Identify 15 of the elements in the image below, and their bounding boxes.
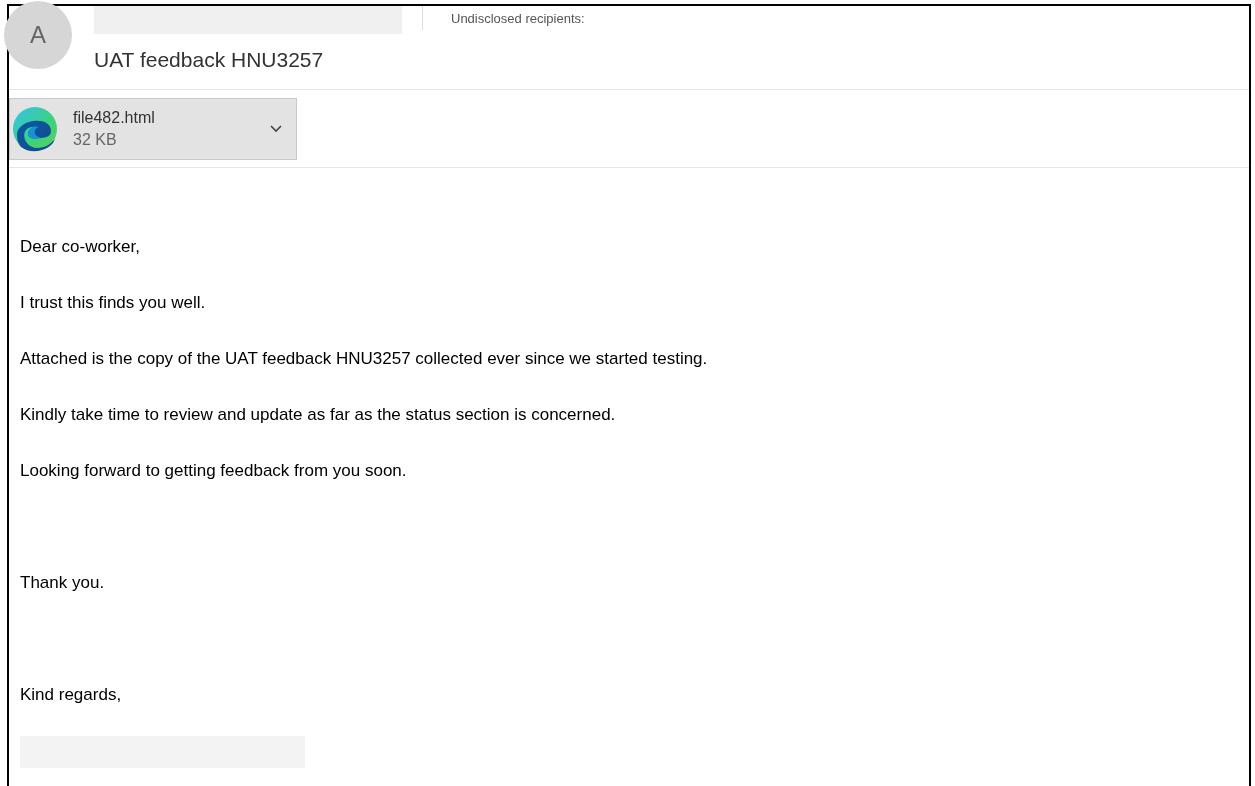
attachment-name: file482.html bbox=[73, 107, 156, 128]
body-paragraph: Attached is the copy of the UAT feedback HNU3257 collected ever since we started testing. bbox=[20, 348, 709, 370]
browser-logo-icon bbox=[11, 104, 59, 153]
body-paragraph: Thank you. bbox=[20, 572, 106, 594]
body-paragraph: Looking forward to getting feedback from you soon. bbox=[20, 460, 408, 482]
attachment-chip[interactable]: file482.html 32 KB bbox=[9, 97, 297, 160]
email-subject: UAT feedback HNU3257 bbox=[94, 47, 325, 73]
body-paragraph: Kindly take time to review and update as far as the status section is concerned. bbox=[20, 404, 617, 426]
chevron-down-icon bbox=[270, 124, 282, 133]
recipients-label: Undisclosed recipients: bbox=[451, 10, 585, 28]
attachment-size: 32 KB bbox=[73, 129, 118, 150]
avatar: A bbox=[4, 1, 72, 69]
body-paragraph: I trust this finds you well. bbox=[20, 292, 207, 314]
body-paragraph: Kind regards, bbox=[20, 684, 123, 706]
body-paragraph: Dear co-worker, bbox=[20, 236, 141, 258]
